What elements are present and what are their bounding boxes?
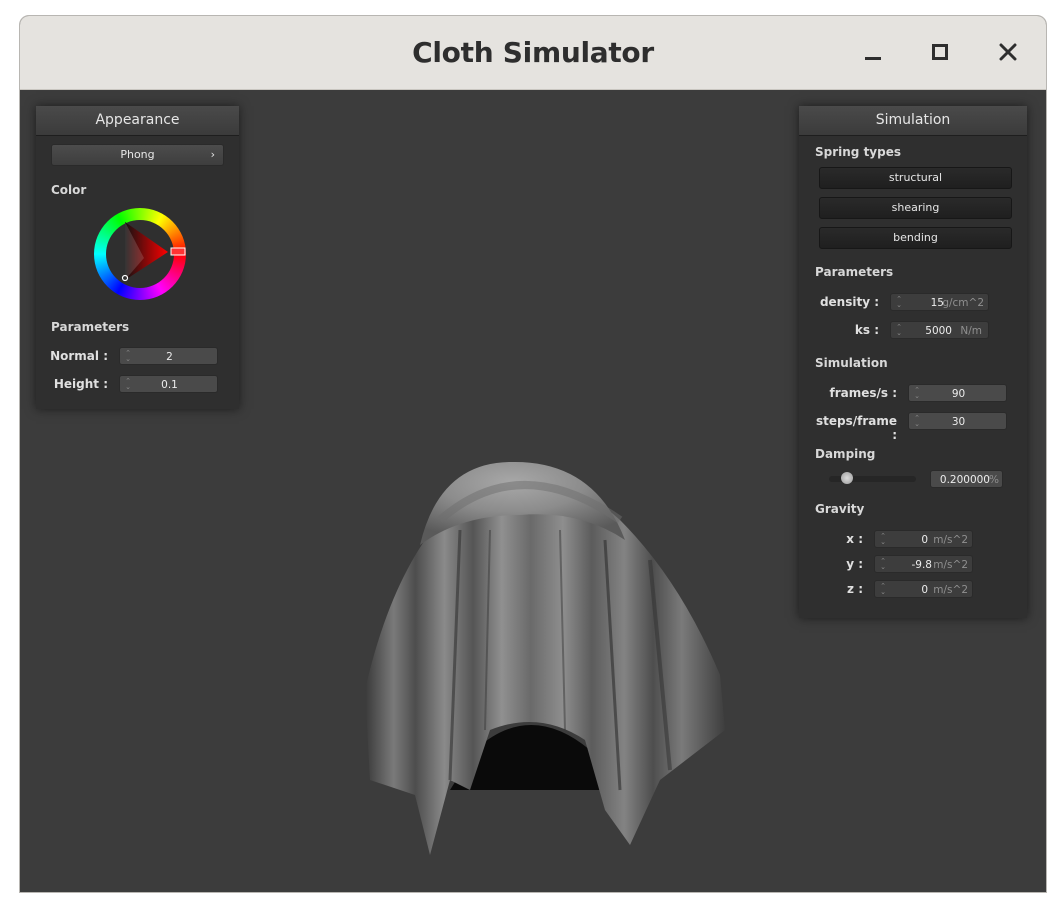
damping-slider[interactable] — [829, 472, 916, 484]
saturation-triangle[interactable] — [94, 208, 186, 300]
density-label: density : — [819, 295, 879, 309]
bending-button[interactable]: bending — [819, 227, 1012, 249]
gravity-x-label: x : — [846, 532, 863, 546]
steps-input[interactable]: ⌃ ⌄ 30 — [908, 412, 1007, 430]
title-bar[interactable]: Cloth Simulator — [20, 16, 1046, 90]
chevron-right-icon: › — [210, 148, 215, 161]
spinner-icon[interactable]: ⌃ ⌄ — [879, 558, 887, 571]
density-input[interactable]: ⌃ ⌄ 15 g/cm^2 — [890, 293, 989, 311]
shearing-button[interactable]: shearing — [819, 197, 1012, 219]
appearance-header: Appearance — [36, 106, 239, 136]
spinner-icon[interactable]: ⌃ ⌄ — [879, 533, 887, 546]
hue-handle — [170, 247, 186, 256]
fps-input[interactable]: ⌃ ⌄ 90 — [908, 384, 1007, 402]
spinner-icon[interactable]: ⌃ ⌄ — [879, 583, 887, 596]
app-window: Cloth Simulator Appearance Phong › Color… — [19, 15, 1047, 893]
simulation-label: Simulation — [815, 356, 888, 370]
structural-button[interactable]: structural — [819, 167, 1012, 189]
spring-types-label: Spring types — [815, 145, 902, 159]
ks-input[interactable]: ⌃ ⌄ 5000 N/m — [890, 321, 989, 339]
minimize-icon[interactable] — [860, 40, 886, 66]
gravity-y-label: y : — [846, 557, 863, 571]
color-wheel[interactable] — [94, 208, 186, 300]
gravity-label: Gravity — [815, 502, 865, 516]
damping-label: Damping — [815, 447, 876, 461]
shader-select[interactable]: Phong › — [51, 144, 224, 166]
parameters-label: Parameters — [815, 265, 894, 279]
fps-label: frames/s : — [829, 386, 897, 400]
normal-label: Normal : — [50, 349, 108, 363]
height-input[interactable]: ⌃ ⌄ 0.1 — [119, 375, 218, 393]
close-icon[interactable] — [995, 40, 1021, 66]
damping-slider-handle[interactable] — [841, 472, 853, 484]
spinner-icon[interactable]: ⌃ ⌄ — [895, 296, 903, 309]
gravity-y-input[interactable]: ⌃ ⌄ -9.8 m/s^2 — [874, 555, 973, 573]
gravity-z-input[interactable]: ⌃ ⌄ 0 m/s^2 — [874, 580, 973, 598]
maximize-icon[interactable] — [927, 40, 953, 66]
simulation-header: Simulation — [799, 106, 1027, 136]
steps-label: steps/frame : — [815, 414, 897, 442]
spinner-icon[interactable]: ⌃ ⌄ — [895, 324, 903, 337]
damping-input[interactable]: 0.200000 % — [930, 470, 1003, 488]
gravity-x-input[interactable]: ⌃ ⌄ 0 m/s^2 — [874, 530, 973, 548]
gravity-z-label: z : — [847, 582, 863, 596]
simulation-panel: Simulation Spring types structural shear… — [799, 106, 1027, 618]
window-title: Cloth Simulator — [412, 36, 654, 69]
parameters-label: Parameters — [51, 320, 130, 334]
height-label: Height : — [53, 377, 108, 391]
normal-input[interactable]: ⌃ ⌄ 2 — [119, 347, 218, 365]
shader-select-value: Phong — [120, 148, 155, 161]
color-label: Color — [51, 183, 87, 197]
appearance-panel: Appearance Phong › Color Parameters Norm… — [36, 106, 239, 409]
ks-label: ks : — [854, 323, 879, 337]
